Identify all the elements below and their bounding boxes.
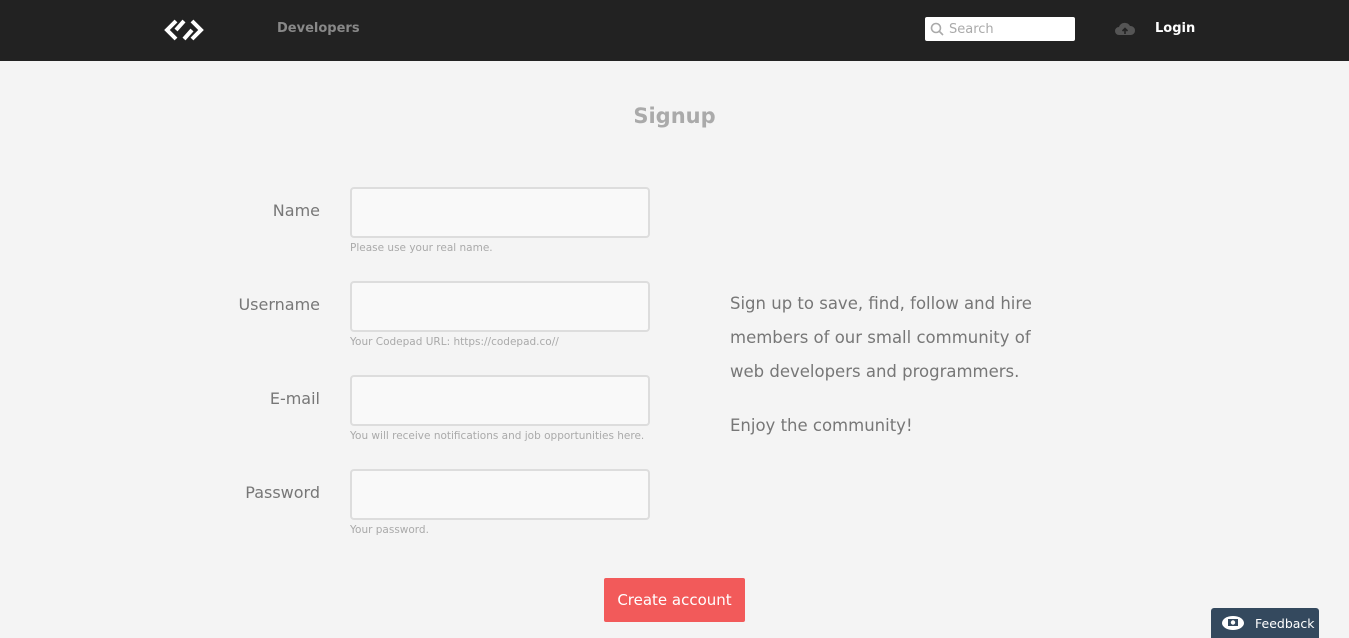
email-help: You will receive notifications and job o… — [350, 430, 645, 442]
create-account-button[interactable]: Create account — [604, 578, 745, 622]
password-help: Your password. — [350, 524, 429, 536]
feedback-label: Feedback — [1255, 615, 1315, 631]
email-label: E-mail — [269, 389, 320, 408]
camera-bubble-icon — [1222, 616, 1244, 630]
signup-info-text: Sign up to save, find, follow and hire m… — [730, 294, 1032, 381]
cloud-upload-icon[interactable] — [1114, 20, 1136, 38]
name-input[interactable] — [350, 187, 650, 238]
password-label: Password — [245, 483, 320, 502]
page-title: Signup — [633, 104, 716, 128]
search-input[interactable] — [949, 21, 1069, 37]
feedback-button[interactable]: Feedback — [1211, 608, 1319, 638]
login-link[interactable]: Login — [1155, 21, 1195, 36]
signup-info-closing: Enjoy the community! — [730, 416, 913, 435]
username-label: Username — [238, 295, 320, 314]
codepad-logo-icon[interactable] — [162, 17, 206, 43]
search-icon — [930, 22, 944, 36]
nav-developers-link[interactable]: Developers — [277, 21, 360, 36]
username-help: Your Codepad URL: https://codepad.co// — [350, 336, 559, 348]
signup-info: Sign up to save, find, follow and hire m… — [730, 287, 1050, 443]
username-input[interactable] — [350, 281, 650, 332]
name-help: Please use your real name. — [350, 242, 493, 254]
search-box[interactable] — [925, 17, 1075, 41]
password-input[interactable] — [350, 469, 650, 520]
name-label: Name — [272, 201, 320, 220]
email-input[interactable] — [350, 375, 650, 426]
top-navbar: Developers Login — [0, 0, 1349, 61]
